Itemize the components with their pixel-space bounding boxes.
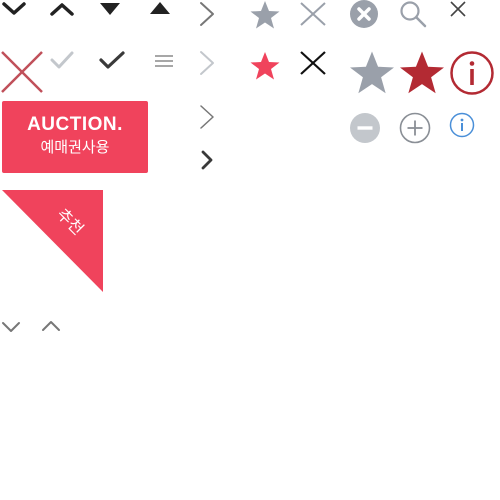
close-icon xyxy=(299,1,327,27)
caret-up-icon xyxy=(149,1,171,15)
check-icon xyxy=(50,50,74,70)
star-icon xyxy=(349,50,395,94)
close-circle-icon xyxy=(349,0,379,30)
chevron-right-icon xyxy=(200,150,214,170)
plus-circle-icon xyxy=(399,112,431,144)
star-icon xyxy=(250,51,280,81)
minus-circle-icon xyxy=(349,112,381,144)
star-icon xyxy=(399,50,445,94)
chevron-up-icon xyxy=(50,2,74,16)
chevron-down-icon xyxy=(1,321,21,333)
auction-voucher-badge: AUCTION. 예매권사용 xyxy=(2,101,148,173)
check-icon xyxy=(99,50,125,70)
chevron-right-icon xyxy=(199,1,215,27)
info-circle-icon xyxy=(449,50,495,96)
close-icon xyxy=(0,50,44,94)
search-icon xyxy=(399,0,427,28)
chevron-right-icon xyxy=(199,50,215,76)
star-icon xyxy=(250,0,280,30)
chevron-down-icon xyxy=(2,2,26,16)
close-icon xyxy=(299,50,327,76)
auction-logo-text: AUCTION. xyxy=(27,114,123,135)
caret-down-icon xyxy=(99,2,121,16)
close-icon xyxy=(449,0,467,18)
auction-badge-subtitle: 예매권사용 xyxy=(40,138,110,156)
info-circle-icon xyxy=(449,112,475,138)
menu-icon xyxy=(155,55,173,67)
chevron-up-icon xyxy=(41,320,61,332)
chevron-right-icon xyxy=(199,104,215,130)
